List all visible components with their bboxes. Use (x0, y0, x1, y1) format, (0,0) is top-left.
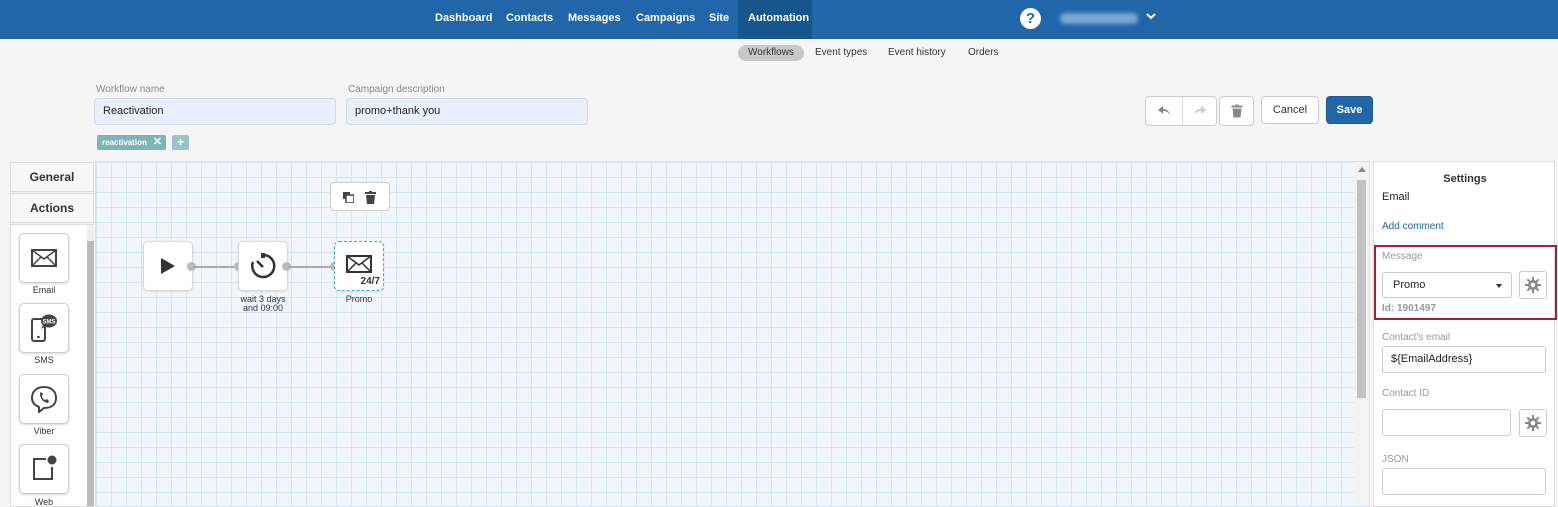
save-button[interactable]: Save (1326, 96, 1373, 124)
connector-line (288, 266, 332, 268)
subtab-event-types[interactable]: Event types (805, 45, 877, 61)
subtab-workflows[interactable]: Workflows (738, 45, 804, 61)
cancel-button[interactable]: Cancel (1261, 96, 1319, 124)
email-node[interactable]: 24/7 (334, 241, 384, 291)
tab-general[interactable]: General (10, 162, 94, 192)
email-node-label: Promo (345, 294, 373, 304)
campaign-description-label: Campaign description (348, 84, 445, 95)
connector-line (193, 266, 237, 268)
palette-web-label: Web (34, 497, 54, 507)
svg-text:SMS: SMS (42, 320, 55, 326)
top-navbar: Dashboard Contacts Messages Campaigns Si… (0, 0, 1558, 39)
gear-icon (1525, 277, 1541, 293)
timer-icon (251, 253, 276, 279)
message-id: Id: 1901497 (1382, 303, 1436, 314)
node-toolbar (330, 182, 390, 211)
chevron-down-icon[interactable] (1144, 9, 1158, 23)
nav-automation[interactable]: Automation (738, 0, 812, 39)
wait-node[interactable] (238, 241, 288, 291)
chevron-down-icon (1496, 284, 1502, 288)
email-icon (346, 255, 372, 273)
workflow-name-input[interactable]: Reactivation (94, 98, 336, 125)
user-account-name[interactable] (1060, 13, 1138, 24)
tag-label: reactivation (102, 138, 147, 147)
nav-messages[interactable]: Messages (558, 0, 631, 39)
campaign-description-input[interactable]: promo+thank you (346, 98, 588, 125)
nav-site[interactable]: Site (699, 0, 739, 39)
palette-viber[interactable] (19, 374, 69, 424)
palette-sms-label: SMS (34, 355, 54, 365)
palette-scrollbar[interactable] (87, 225, 94, 506)
undo-icon[interactable] (1157, 105, 1171, 117)
tag-remove-icon[interactable]: ✕ (153, 136, 162, 148)
help-icon[interactable]: ? (1020, 8, 1041, 29)
schedule-badge: 24/7 (360, 276, 380, 287)
contact-email-input[interactable]: ${EmailAddress} (1382, 346, 1546, 373)
palette-email[interactable] (19, 233, 69, 283)
canvas-scrollbar[interactable] (1354, 162, 1369, 506)
wait-node-label: wait 3 days and 09:00 (240, 294, 286, 313)
trash-icon[interactable] (365, 191, 376, 204)
contact-id-input[interactable] (1382, 409, 1511, 436)
palette-email-label: Email (32, 285, 56, 295)
contact-id-label: Contact ID (1382, 388, 1430, 399)
add-comment-link[interactable]: Add comment (1382, 221, 1444, 232)
settings-subtitle: Email (1382, 191, 1410, 203)
email-icon (31, 249, 57, 267)
add-tag-button[interactable]: + (172, 135, 189, 150)
palette-web[interactable] (19, 444, 69, 494)
sms-icon: SMS (31, 314, 57, 342)
play-icon (161, 258, 175, 274)
message-label: Message (1382, 251, 1423, 262)
tab-actions[interactable]: Actions (10, 193, 94, 223)
palette-sms[interactable]: SMS (19, 303, 69, 353)
subtab-orders[interactable]: Orders (958, 45, 1009, 61)
undo-redo-group (1145, 96, 1217, 126)
web-push-icon (33, 455, 57, 480)
settings-title: Settings (1443, 173, 1487, 185)
tag-chip: reactivation ✕ (97, 135, 167, 150)
palette-viber-label: Viber (33, 426, 55, 436)
nav-dashboard[interactable]: Dashboard (425, 0, 502, 39)
message-settings-button[interactable] (1519, 271, 1547, 299)
nav-campaigns[interactable]: Campaigns (626, 0, 705, 39)
start-node[interactable] (143, 241, 193, 291)
settings-panel: Settings Email Add comment Message Promo… (1373, 161, 1557, 507)
nav-contacts[interactable]: Contacts (496, 0, 563, 39)
message-select[interactable]: Promo (1382, 272, 1512, 298)
subtab-event-history[interactable]: Event history (878, 45, 956, 61)
scroll-up-arrow[interactable] (1358, 167, 1366, 172)
copy-icon[interactable] (343, 192, 354, 203)
contact-id-settings-button[interactable] (1519, 409, 1547, 437)
contact-email-label: Contact's email (1382, 332, 1451, 343)
workflow-canvas[interactable]: wait 3 days and 09:00 24/7 Promo (95, 161, 1370, 507)
trash-icon (1231, 104, 1242, 118)
json-label: JSON (1382, 454, 1409, 465)
actions-palette: Email SMS SMS Viber Web (10, 224, 94, 507)
redo-icon[interactable] (1193, 105, 1207, 117)
json-input[interactable] (1382, 468, 1546, 495)
delete-workflow-button[interactable] (1219, 96, 1254, 126)
viber-icon (30, 385, 58, 413)
workflow-name-label: Workflow name (96, 84, 165, 95)
gear-icon (1525, 415, 1541, 431)
